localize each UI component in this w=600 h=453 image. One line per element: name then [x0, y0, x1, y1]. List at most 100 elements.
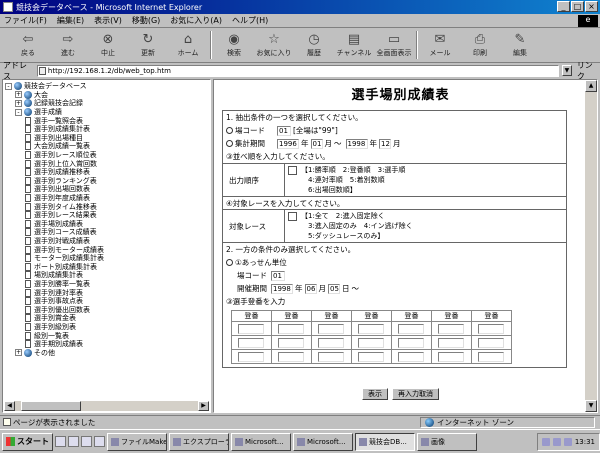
racer-number-input[interactable] [398, 337, 424, 348]
address-dropdown-button[interactable]: ▼ [562, 65, 572, 76]
search-form: 1. 抽出条件の一つを選択してください。 場コード 01 [全場は"99"] 集… [222, 110, 567, 368]
ie-app-icon [3, 2, 13, 12]
period-radio[interactable] [226, 140, 233, 147]
quicklaunch-ie-icon[interactable] [55, 436, 66, 447]
racer-number-input[interactable] [278, 337, 304, 348]
display-button[interactable]: 表示 [362, 388, 388, 400]
assignment-radio[interactable] [226, 259, 233, 266]
sec2-day-input[interactable]: 05 [328, 283, 340, 294]
taskbar-task-button[interactable]: エクスプローラ [169, 432, 229, 451]
close-button[interactable]: × [585, 1, 598, 12]
sec2-period-label: 開催期間 [237, 284, 267, 293]
racer-number-input[interactable] [478, 323, 504, 334]
target-race-input[interactable] [288, 212, 297, 221]
period-to-year-input[interactable]: 1998 [345, 138, 368, 149]
quicklaunch-desktop-icon[interactable] [81, 436, 92, 447]
back-button[interactable]: ⇦ 戻る [10, 31, 46, 61]
racer-number-input[interactable] [278, 323, 304, 334]
racer-number-input[interactable] [438, 337, 464, 348]
venue-code-input[interactable]: 01 [277, 125, 291, 136]
scroll-down-button[interactable]: ▼ [585, 400, 597, 412]
grid-cell [351, 321, 392, 336]
period-from-year-input[interactable]: 1996 [277, 138, 299, 149]
racer-number-input[interactable] [278, 351, 304, 362]
taskbar-task-button[interactable]: ファイルMaker [107, 432, 167, 451]
racer-number-input[interactable] [358, 323, 384, 334]
vertical-scrollbar[interactable]: ▲ ▼ [585, 80, 597, 412]
sec2-month-input[interactable]: 06 [304, 283, 317, 294]
taskbar-task-button[interactable]: Microsoft... [293, 432, 353, 451]
tree-item[interactable]: + その他 [5, 348, 210, 357]
racer-number-input[interactable] [478, 351, 504, 362]
taskbar-task-button[interactable]: 画像 [417, 432, 477, 451]
period-from-month-input[interactable]: 01 [310, 138, 323, 149]
taskbar-task-button[interactable]: 競技会DB... [355, 432, 415, 451]
menu-view[interactable]: 表示(V) [94, 15, 122, 26]
period-to-month-input[interactable]: 12 [379, 138, 391, 149]
quicklaunch-channels-icon[interactable] [94, 436, 105, 447]
racer-number-input[interactable] [238, 323, 264, 334]
taskbar-task-button[interactable]: Microsoft... [231, 432, 291, 451]
search-button[interactable]: ◉ 検索 [216, 31, 252, 61]
menu-edit[interactable]: 編集(E) [57, 15, 84, 26]
print-button[interactable]: ⎙ 印刷 [462, 31, 498, 61]
racer-number-input[interactable] [478, 337, 504, 348]
clock: 13:31 [574, 437, 595, 446]
fullscreen-button[interactable]: ▭ 全画面表示 [376, 31, 412, 61]
document-icon [25, 116, 31, 125]
horizontal-scrollbar[interactable]: ◀ ▶ [4, 400, 209, 411]
history-button[interactable]: ◷ 履歴 [296, 31, 332, 61]
racer-number-input[interactable] [318, 337, 344, 348]
menu-go[interactable]: 移動(G) [132, 15, 160, 26]
reset-button[interactable]: 再入力取消 [392, 388, 439, 400]
navigation-tree-pane: - 競技会データベース + 大会 + 記録競技会記録 - 選手成績 選手一覧照会表 選手別成績集計… [2, 79, 211, 413]
forward-button[interactable]: ⇨ 進む [50, 31, 86, 61]
stop-button[interactable]: ⊗ 中止 [90, 31, 126, 61]
collapse-icon[interactable]: - [5, 82, 12, 90]
racer-number-input[interactable] [358, 351, 384, 362]
sort-order-input[interactable] [288, 166, 297, 175]
racer-number-input[interactable] [318, 351, 344, 362]
address-input[interactable]: http://192.168.1.2/db/web_top.htm [36, 64, 560, 77]
edit-button[interactable]: ✎ 編集 [502, 31, 538, 61]
sec2-venue-code-input[interactable]: 01 [271, 270, 285, 281]
refresh-button[interactable]: ↻ 更新 [130, 31, 166, 61]
racer-number-input[interactable] [398, 323, 424, 334]
print-icon: ⎙ [474, 31, 486, 47]
minimize-button[interactable]: _ [557, 1, 570, 12]
network-icon[interactable] [563, 437, 572, 446]
code-radio[interactable] [226, 127, 233, 134]
scroll-thumb[interactable] [21, 401, 81, 411]
scroll-right-button[interactable]: ▶ [198, 401, 209, 411]
racer-number-input[interactable] [238, 351, 264, 362]
volume-icon[interactable] [552, 437, 561, 446]
menu-favorites[interactable]: お気に入り(A) [170, 15, 222, 26]
channels-button[interactable]: ▤ チャンネル [336, 31, 372, 61]
sec2-year-input[interactable]: 1998 [271, 283, 293, 294]
scroll-up-button[interactable]: ▲ [585, 80, 597, 92]
globe-icon [14, 82, 22, 91]
menu-help[interactable]: ヘルプ(H) [232, 15, 268, 26]
page-title: 選手場別成績表 [351, 88, 450, 103]
racer-number-input[interactable] [438, 351, 464, 362]
maximize-button[interactable]: □ [571, 1, 584, 12]
start-button[interactable]: スタート [2, 432, 53, 451]
expand-icon[interactable]: + [15, 99, 22, 107]
racer-number-input[interactable] [238, 337, 264, 348]
toolbar-separator [210, 31, 212, 59]
favorites-button[interactable]: ☆ お気に入り [256, 31, 292, 61]
menu-file[interactable]: ファイル(F) [4, 15, 47, 26]
scroll-left-button[interactable]: ◀ [4, 401, 15, 411]
racer-number-input[interactable] [318, 323, 344, 334]
racer-number-input[interactable] [398, 351, 424, 362]
collapse-icon[interactable]: - [15, 108, 22, 116]
racer-number-input[interactable] [358, 337, 384, 348]
mail-button[interactable]: ✉ メール [422, 31, 458, 61]
expand-icon[interactable]: + [15, 91, 22, 99]
ime-icon[interactable] [541, 437, 550, 446]
expand-icon[interactable]: + [15, 349, 22, 357]
document-icon [25, 262, 31, 271]
home-button[interactable]: ⌂ ホーム [170, 31, 206, 61]
quicklaunch-mail-icon[interactable] [68, 436, 79, 447]
racer-number-input[interactable] [438, 323, 464, 334]
